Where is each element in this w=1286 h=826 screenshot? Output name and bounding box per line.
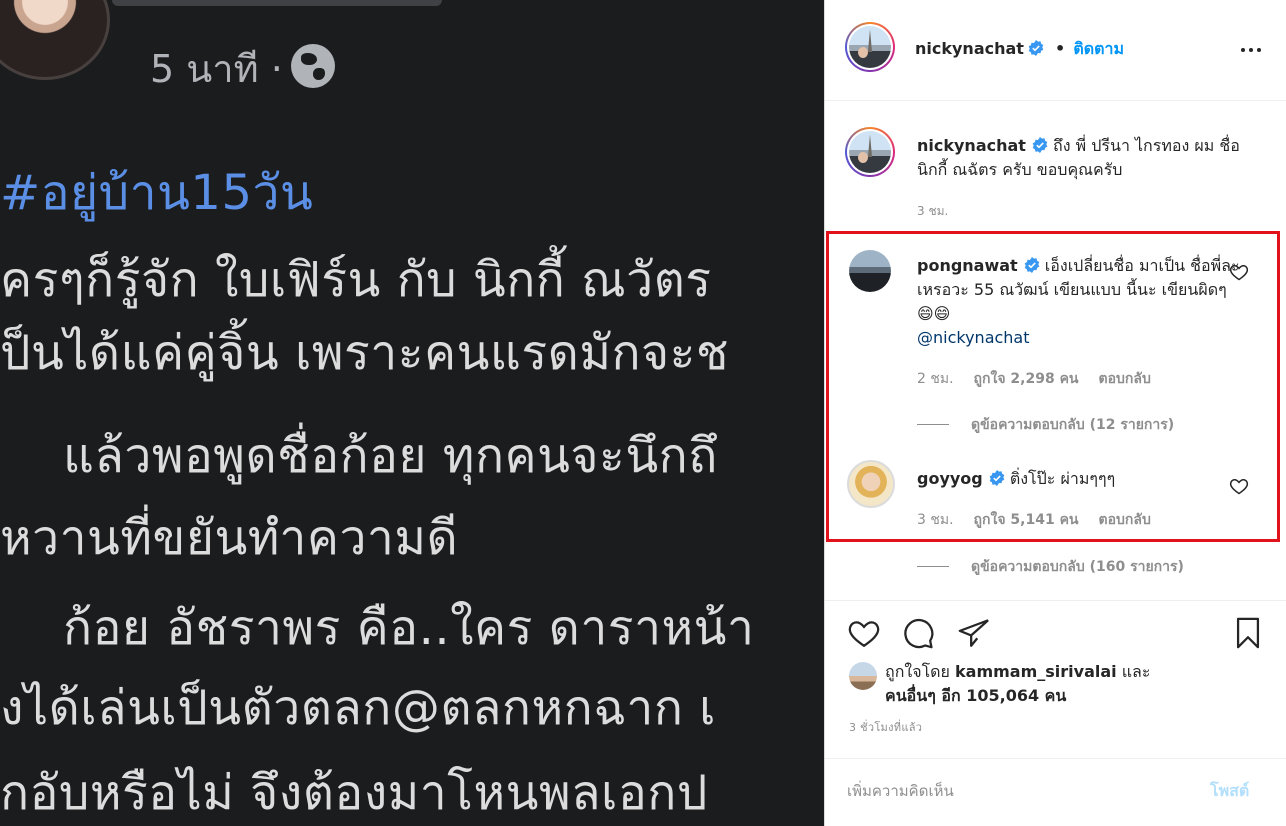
comment-likes[interactable]: ถูกใจ 5,141 คน: [974, 512, 1079, 528]
caption-text: nickynachat ถึง พี่ ปรีนา ไกรทอง ผม ชื่อ…: [917, 134, 1247, 182]
header-separator: •: [1055, 39, 1066, 58]
post-button[interactable]: โพสต์: [1210, 779, 1249, 804]
comment-mention[interactable]: @nickynachat: [917, 328, 1030, 347]
reply-button[interactable]: ตอบกลับ: [1099, 512, 1151, 528]
comment-username[interactable]: pongnawat: [917, 256, 1018, 275]
view-replies-button[interactable]: ดูข้อความตอบกลับ (160 รายการ): [917, 556, 1184, 578]
view-replies-label: ดูข้อความตอบกลับ (160 รายการ): [971, 559, 1184, 575]
liker-avatar[interactable]: [849, 662, 877, 690]
add-comment-bar: โพสต์: [825, 758, 1286, 826]
like-comment-heart-icon[interactable]: [1229, 262, 1249, 282]
post-line: แล้วพอพูดชื่อก้อย ทุกคนจะนึกถึ: [0, 428, 718, 484]
comment-username[interactable]: goyyog: [917, 469, 983, 488]
view-replies-button[interactable]: ดูข้อความตอบกลับ (12 รายการ): [917, 414, 1174, 436]
comment-meta: 3 ชม. ถูกใจ 5,141 คน ตอบกลับ: [917, 509, 1151, 531]
comment-icon[interactable]: [901, 616, 935, 650]
header-info: nickynachat • ติดตาม: [915, 37, 1124, 62]
header-username[interactable]: nickynachat: [915, 39, 1024, 58]
post-line: ป็นได้แค่คู่จิ้น เพราะคนแรดมักจะช: [0, 325, 730, 381]
comment-input[interactable]: [847, 777, 1177, 805]
caption-avatar[interactable]: [845, 127, 895, 177]
comment-avatar-pongnawat[interactable]: [849, 250, 891, 292]
comment-time: 3 ชม.: [917, 512, 954, 528]
likes-prefix: ถูกใจโดย: [885, 662, 950, 681]
post-line: งได้เล่นเป็นตัวตลก@ตลกหกฉาก เ: [0, 680, 717, 736]
like-comment-heart-icon[interactable]: [1229, 476, 1249, 496]
post-line: ก้อย อัชราพร คือ..ใคร ดาราหน้า: [0, 600, 755, 656]
verified-badge-icon: [1032, 137, 1048, 153]
post-author-avatar: [0, 0, 110, 80]
post-image: 5 นาที · #อยู่บ้าน15วัน ครๆก็รู้จัก ใบเฟ…: [0, 0, 824, 826]
comment-time: 2 ชม.: [917, 371, 954, 387]
post-header: nickynachat • ติดตาม: [825, 0, 1286, 101]
top-edge-bar: [112, 0, 442, 6]
verified-badge-icon: [1024, 257, 1040, 273]
post-meta-text: 5 นาที ·: [150, 47, 283, 91]
header-avatar[interactable]: [845, 22, 895, 72]
likes-summary-text: ถูกใจโดย kammam_sirivalai และ คนอื่นๆ อี…: [885, 660, 1265, 708]
bookmark-icon[interactable]: [1231, 616, 1265, 650]
post-line: หวานที่ขยันทำความดี: [0, 510, 459, 566]
share-icon[interactable]: [957, 616, 991, 650]
likes-joiner: และ: [1121, 662, 1151, 681]
verified-badge-icon: [989, 470, 1005, 486]
follow-button[interactable]: ติดตาม: [1073, 39, 1124, 58]
comment-likes[interactable]: ถูกใจ 2,298 คน: [974, 371, 1079, 387]
action-bar: [825, 600, 1286, 660]
post-line: กอับหรือไม่ จึงต้องมาโหนพลเอกป: [0, 765, 708, 821]
liker-username[interactable]: kammam_sirivalai: [955, 662, 1117, 681]
post-timestamp: 3 ชั่วโมงที่แล้ว: [849, 721, 923, 734]
comment-text: pongnawat เอ็งเปลี่ยนชื่อ มาเป็น ชื่อพี่…: [917, 254, 1247, 350]
post-line: ครๆก็รู้จัก ใบเฟิร์น กับ นิกกี้ ณวัตร: [0, 252, 712, 308]
reply-button[interactable]: ตอบกลับ: [1099, 371, 1151, 387]
caption-time: 3 ชม.: [917, 204, 949, 218]
comment-body: ติ่งโป๊ะ ผ่ามๆๆๆ: [1009, 469, 1116, 488]
likes-summary: ถูกใจโดย kammam_sirivalai และ คนอื่นๆ อี…: [849, 660, 1269, 710]
comments-panel: nickynachat • ติดตาม nickynachat ถึง พี่…: [824, 0, 1286, 826]
verified-badge-icon: [1028, 40, 1044, 56]
heart-icon[interactable]: [847, 616, 881, 650]
comment-text: goyyog ติ่งโป๊ะ ผ่ามๆๆๆ: [917, 467, 1247, 491]
comment-meta: 2 ชม. ถูกใจ 2,298 คน ตอบกลับ: [917, 368, 1151, 390]
likes-others[interactable]: คนอื่นๆ อีก 105,064 คน: [885, 686, 1066, 705]
view-replies-label: ดูข้อความตอบกลับ (12 รายการ): [971, 417, 1175, 433]
caption-username[interactable]: nickynachat: [917, 136, 1026, 155]
post-meta: 5 นาที ·: [150, 38, 335, 99]
more-horizontal-icon[interactable]: [1241, 40, 1263, 60]
post-hashtag: #อยู่บ้าน15วัน: [0, 165, 314, 221]
comment-avatar-goyyog[interactable]: [847, 460, 895, 508]
globe-icon: [290, 44, 335, 88]
